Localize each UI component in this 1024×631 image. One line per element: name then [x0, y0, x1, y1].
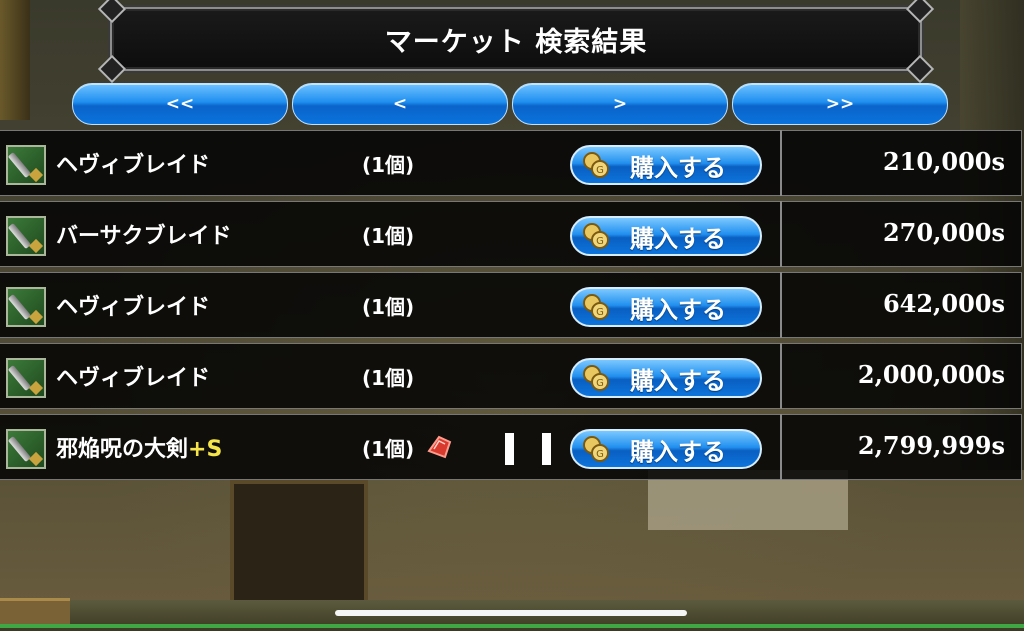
first-page-button[interactable]: <<	[72, 83, 288, 125]
pagination: << < > >>	[72, 83, 948, 125]
pause-marker	[505, 433, 551, 465]
column-divider	[780, 201, 782, 267]
buy-button[interactable]: G 購入する	[570, 216, 762, 256]
svg-text:G: G	[596, 236, 604, 247]
svg-text:G: G	[596, 378, 604, 389]
sword-icon	[6, 358, 46, 398]
item-name: ヘヴィブレイド	[56, 295, 211, 320]
svg-text:G: G	[596, 307, 604, 318]
item-name: 邪焔呪の大剣+S	[56, 437, 223, 462]
coin-icon: G	[583, 365, 609, 391]
enhance-level: +S	[188, 437, 223, 462]
background-pillar-left	[0, 0, 30, 120]
svg-text:G: G	[596, 449, 604, 460]
frame-corner	[905, 54, 935, 84]
buy-button-label: 購入する	[630, 295, 726, 324]
listing-row: 邪焔呪の大剣+S (1個) G 購入する 2,799,999s	[0, 414, 1022, 480]
buy-button[interactable]: G 購入する	[570, 287, 762, 327]
buy-button[interactable]: G 購入する	[570, 358, 762, 398]
item-price: 270,000s	[882, 218, 1005, 247]
buy-button-label: 購入する	[630, 437, 726, 466]
prev-page-button[interactable]: <	[292, 83, 508, 125]
listing-row: バーサクブレイド (1個) G 購入する 270,000s	[0, 201, 1022, 267]
buy-button-label: 購入する	[630, 366, 726, 395]
sword-icon	[6, 216, 46, 256]
column-divider	[780, 130, 782, 196]
home-indicator[interactable]	[335, 610, 687, 616]
page-title: マーケット 検索結果	[384, 26, 648, 58]
item-price: 2,799,999s	[857, 431, 1005, 460]
item-quantity: (1個)	[362, 366, 415, 390]
last-page-button[interactable]: >>	[732, 83, 948, 125]
column-divider	[780, 343, 782, 409]
item-quantity: (1個)	[362, 224, 415, 248]
listing-table: ヘヴィブレイド (1個) G 購入する 210,000s バーサクブレイド (1…	[0, 130, 1024, 482]
item-quantity: (1個)	[362, 295, 415, 319]
listing-row: ヘヴィブレイド (1個) G 購入する 642,000s	[0, 272, 1022, 338]
title-bar: マーケット 検索結果	[97, 0, 935, 84]
coin-icon: G	[583, 223, 609, 249]
background-green-strip	[0, 624, 1024, 628]
item-price: 642,000s	[882, 289, 1005, 318]
background-poster	[230, 480, 368, 613]
frame-corner	[905, 0, 935, 24]
column-divider	[780, 414, 782, 480]
frame-corner	[97, 54, 127, 84]
item-price: 2,000,000s	[857, 360, 1005, 389]
listing-row: ヘヴィブレイド (1個) G 購入する 2,000,000s	[0, 343, 1022, 409]
item-quantity: (1個)	[362, 153, 415, 177]
coin-icon: G	[583, 152, 609, 178]
sword-icon	[6, 429, 46, 469]
frame-corner	[97, 0, 127, 24]
item-name: ヘヴィブレイド	[56, 366, 211, 391]
column-divider	[780, 272, 782, 338]
sword-icon	[6, 145, 46, 185]
buy-button[interactable]: G 購入する	[570, 145, 762, 185]
buy-button-label: 購入する	[630, 224, 726, 253]
item-name: ヘヴィブレイド	[56, 153, 211, 178]
buy-button[interactable]: G 購入する	[570, 429, 762, 469]
listing-row: ヘヴィブレイド (1個) G 購入する 210,000s	[0, 130, 1022, 196]
red-gem-icon	[427, 435, 452, 459]
coin-icon: G	[583, 294, 609, 320]
item-name: バーサクブレイド	[56, 224, 232, 249]
sword-icon	[6, 287, 46, 327]
background-crate	[0, 598, 70, 626]
next-page-button[interactable]: >	[512, 83, 728, 125]
coin-icon: G	[583, 436, 609, 462]
item-quantity: (1個)	[362, 437, 415, 461]
item-price: 210,000s	[882, 147, 1005, 176]
svg-text:G: G	[596, 165, 604, 176]
buy-button-label: 購入する	[630, 153, 726, 182]
